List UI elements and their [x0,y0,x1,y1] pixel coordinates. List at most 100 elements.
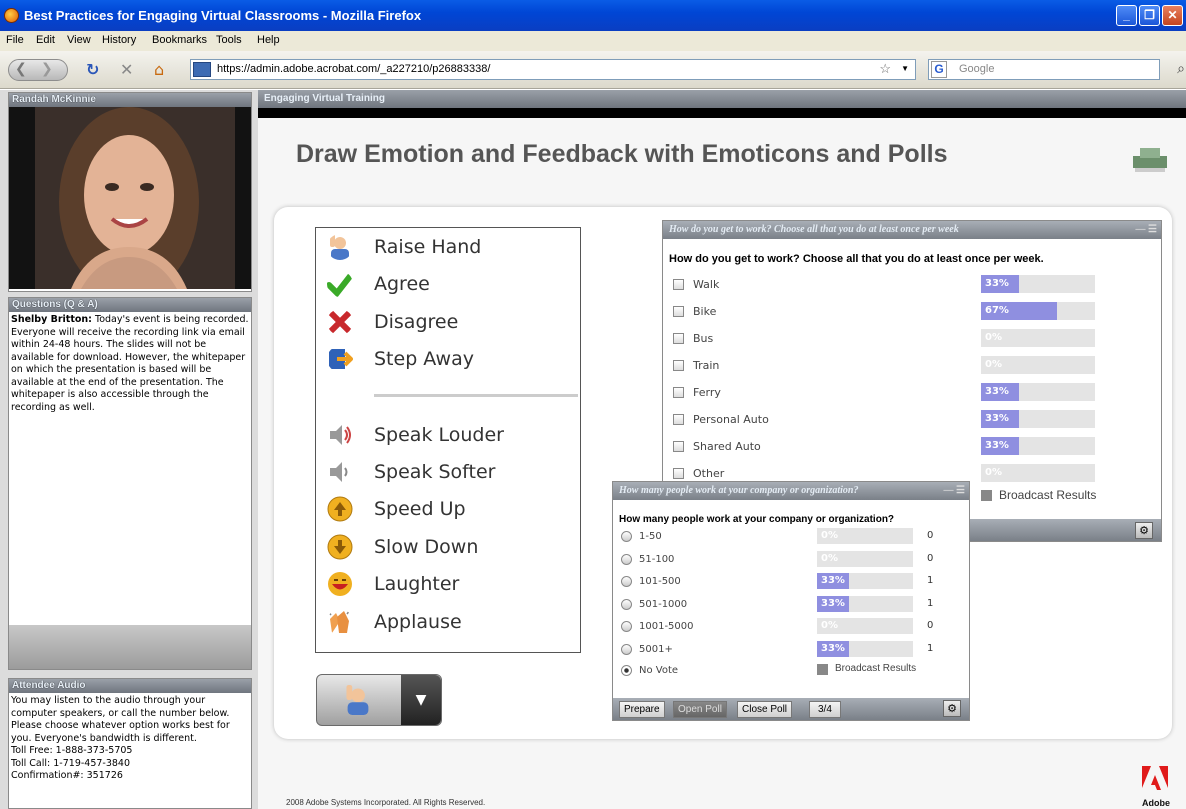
poll-option[interactable]: Bus 0% [663,329,1161,351]
option-label: Walk [693,278,720,291]
poll-option[interactable]: Ferry 33% [663,383,1161,405]
option-percent: 33% [985,278,1009,289]
presenter-portrait [9,107,251,289]
option-checkbox[interactable] [673,333,684,344]
pod-menu-icon[interactable]: — ☰ [1136,221,1157,239]
option-result-bar: 33% [817,595,913,612]
maximize-button[interactable]: ❐ [1139,5,1160,26]
poll-no-vote[interactable]: No Vote Broadcast Results [613,660,969,682]
poll-option[interactable]: 101-500 33% 1 [613,571,969,593]
navigation-toolbar: ❮ ❯ ↻ ✕ ⌂ https://admin.adobe.acrobat.co… [0,51,1186,89]
chevron-down-icon[interactable]: ▼ [401,675,441,725]
no-vote-radio[interactable] [621,665,632,676]
search-box[interactable]: G Google ⌕ [928,59,1185,80]
option-result-bar: 0% [817,550,913,567]
forward-arrow-icon[interactable]: ❯ [41,61,53,77]
audio-instructions: You may listen to the audio through your… [11,695,249,783]
emoticon-laughter[interactable]: Laughter [316,567,582,603]
emoticon-label: Slow Down [374,536,479,558]
emoticon-step-away[interactable]: Step Away [316,342,582,378]
option-radio[interactable] [621,531,632,542]
poll-option[interactable]: 5001+ 33% 1 [613,639,969,661]
attendee-audio-pod: Attendee Audio You may listen to the aud… [8,678,252,809]
option-percent: 33% [821,597,845,609]
minimize-button[interactable]: _ [1116,5,1137,26]
option-radio[interactable] [621,553,632,565]
menu-help[interactable]: Help [257,34,280,46]
toll-free-number: Toll Free: 1-888-373-5705 [11,745,133,756]
page-indicator[interactable]: 3/4 [809,701,841,718]
option-percent: 67% [985,305,1009,316]
poll-option[interactable]: 1001-5000 0% 0 [613,616,969,638]
option-percent: 0% [821,620,838,631]
poll-option[interactable]: 501-1000 33% 1 [613,594,969,616]
poll-option[interactable]: Shared Auto 33% [663,437,1161,459]
poll-option[interactable]: Personal Auto 33% [663,410,1161,432]
emoticon-speak-louder[interactable]: Speak Louder [316,418,582,454]
prepare-button[interactable]: Prepare [619,701,665,718]
option-checkbox[interactable] [673,279,684,290]
site-identity-icon[interactable] [193,62,211,77]
search-icon[interactable]: ⌕ [1177,60,1185,77]
step-away-icon [329,349,353,369]
poll-option[interactable]: 1-50 0% 0 [613,526,969,548]
poll-option[interactable]: Train 0% [663,356,1161,378]
back-arrow-icon[interactable]: ❮ [15,61,27,77]
x-mark-icon [328,310,352,334]
option-checkbox[interactable] [673,414,684,425]
emoticon-raise-hand[interactable]: Raise Hand [316,230,582,266]
pod-menu-icon[interactable]: — ☰ [944,482,965,500]
option-checkbox[interactable] [673,387,684,398]
poll-option[interactable]: Walk 33% [663,275,1161,297]
checkmark-icon [327,272,353,297]
emoticon-speed-up[interactable]: Speed Up [316,492,582,528]
option-label: Bike [693,305,717,318]
menu-file[interactable]: File [6,34,24,46]
option-radio[interactable] [621,576,632,587]
bookmark-star-icon[interactable]: ☆ [879,61,891,77]
share-pod-title: Engaging Virtual Training [258,90,1186,108]
qa-message-text: Today's event is being recorded. Everyon… [11,314,249,413]
home-icon[interactable]: ⌂ [154,59,164,81]
slide-footer: 2008 Adobe Systems Incorporated. All Rig… [286,798,486,807]
status-dropdown-button[interactable]: ▼ [316,674,442,726]
option-checkbox[interactable] [673,306,684,317]
option-radio[interactable] [621,643,632,655]
close-poll-button[interactable]: Close Poll [737,701,793,718]
address-bar[interactable]: https://admin.adobe.acrobat.com/_a227210… [190,59,916,80]
poll-company-size-pod: How many people work at your company or … [612,481,970,721]
emoticon-speak-softer[interactable]: Speak Softer [316,455,582,491]
option-result-bar: 33% [981,383,1095,401]
option-radio[interactable] [621,598,632,610]
option-percent: 33% [821,642,845,654]
option-checkbox[interactable] [673,468,684,479]
option-result-bar: 67% [981,302,1095,320]
menu-bookmarks[interactable]: Bookmarks [152,34,207,46]
broadcast-checkbox[interactable] [817,664,828,675]
qa-input-area[interactable] [9,625,251,669]
broadcast-checkbox[interactable] [981,490,992,501]
option-checkbox[interactable] [673,441,684,452]
menu-history[interactable]: History [102,34,136,46]
option-radio[interactable] [621,621,632,632]
close-window-button[interactable]: ✕ [1162,5,1183,26]
emoticon-agree[interactable]: Agree [316,267,582,303]
google-engine-icon[interactable]: G [931,61,947,78]
emoticon-disagree[interactable]: Disagree [316,305,582,341]
poll-option[interactable]: 51-100 0% 0 [613,549,969,571]
poll-option[interactable]: Bike 67% [663,302,1161,324]
emoticon-slow-down[interactable]: Slow Down [316,530,582,566]
menu-tools[interactable]: Tools [216,34,242,46]
option-result-bar: 0% [981,329,1095,347]
gear-icon[interactable]: ⚙ [943,700,961,717]
menu-view[interactable]: View [67,34,91,46]
emoticon-applause[interactable]: Applause [316,605,582,641]
option-checkbox[interactable] [673,360,684,371]
gear-icon[interactable]: ⚙ [1135,522,1153,539]
option-label: Shared Auto [693,440,761,453]
reload-icon[interactable]: ↻ [86,59,99,81]
url-dropdown-icon[interactable]: ▼ [901,64,909,73]
stop-icon[interactable]: ✕ [120,59,133,81]
open-poll-button[interactable]: Open Poll [673,701,727,718]
menu-edit[interactable]: Edit [36,34,55,46]
